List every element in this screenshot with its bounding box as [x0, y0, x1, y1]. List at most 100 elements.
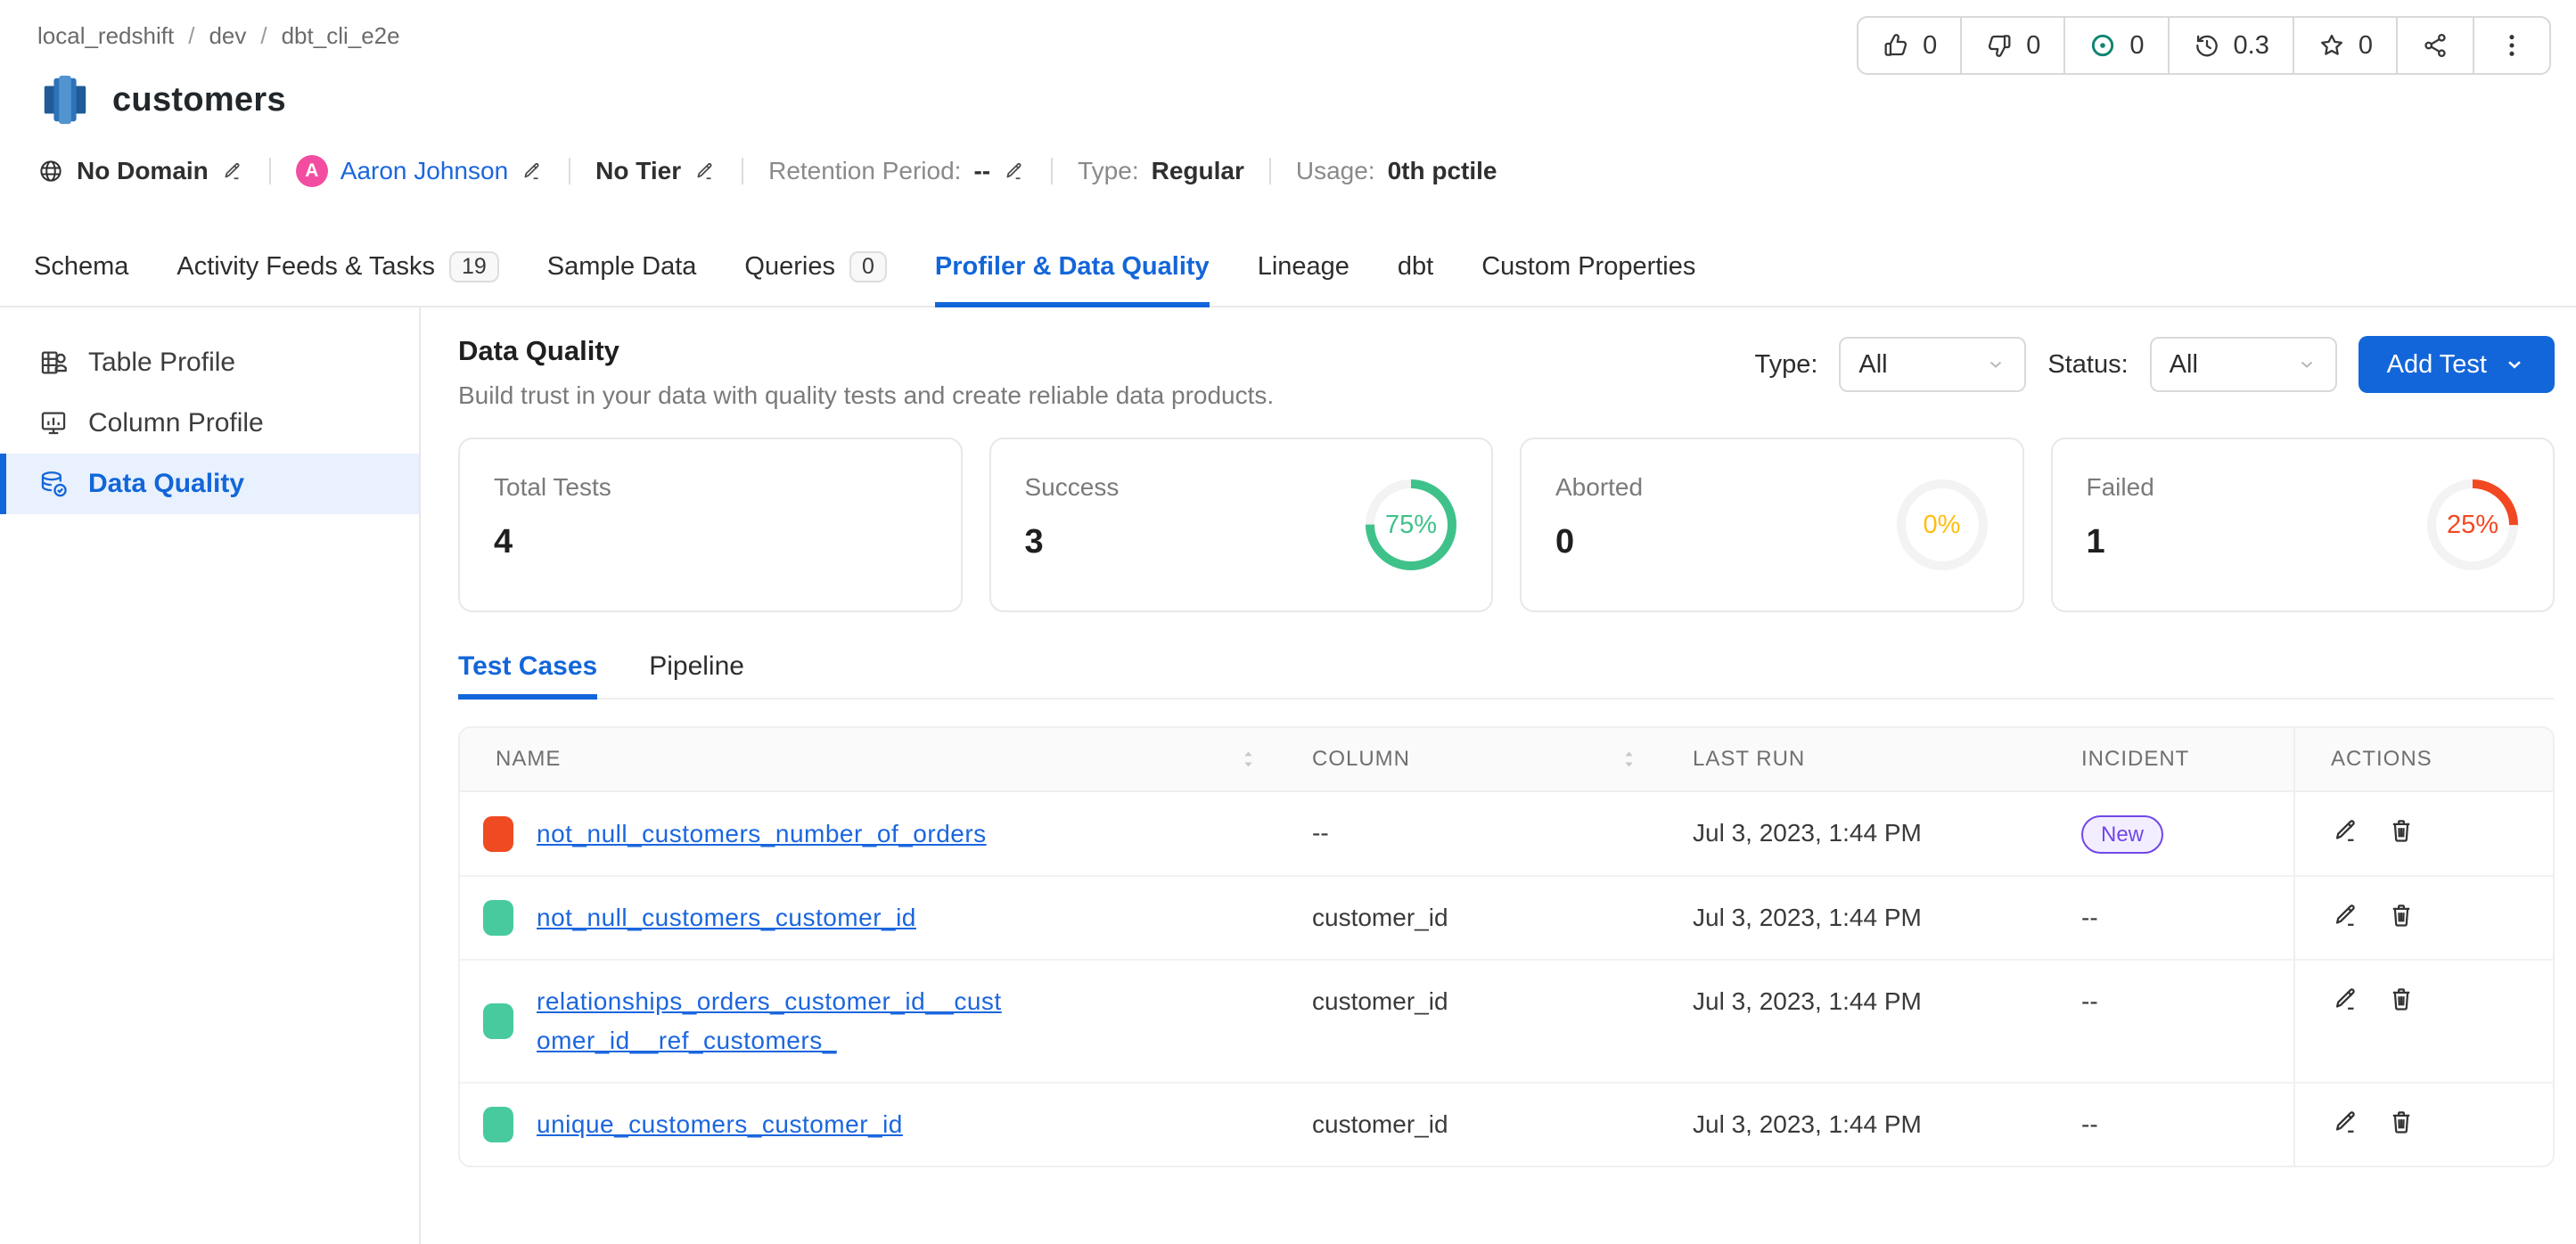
breadcrumb-separator: / [188, 22, 194, 50]
edit-test-icon[interactable] [2331, 815, 2361, 846]
chevron-down-icon [2503, 353, 2526, 376]
sort-icon[interactable] [1622, 749, 1636, 769]
delete-test-icon[interactable] [2386, 815, 2416, 846]
failed-card: Failed 1 25% [2051, 438, 2555, 612]
table-profile-icon [38, 348, 69, 378]
breadcrumb-schema[interactable]: dbt_cli_e2e [282, 22, 400, 50]
follow-button[interactable]: 0 [2293, 18, 2396, 73]
upvote-count: 0 [1923, 31, 1937, 61]
edit-test-icon[interactable] [2331, 984, 2361, 1014]
follower-count: 0 [2359, 31, 2373, 61]
sidebar-item-column-profile[interactable]: Column Profile [0, 393, 419, 454]
divider [269, 158, 271, 184]
tab-lineage[interactable]: Lineage [1258, 227, 1350, 306]
tab-sample-data[interactable]: Sample Data [547, 227, 697, 306]
usage-value: 0th pctile [1388, 157, 1497, 185]
status-filter-label: Status: [2047, 350, 2128, 380]
breadcrumb-database[interactable]: dev [209, 22, 246, 50]
more-menu-button[interactable] [2473, 18, 2549, 73]
column-header-name: NAME [460, 728, 1276, 790]
test-status-indicator-success [483, 1003, 513, 1039]
test-tabs: Test Cases Pipeline [458, 651, 2555, 700]
retention-label: Retention Period: [768, 157, 961, 185]
incident-cell: -- [2046, 1084, 2293, 1166]
edit-tier-icon[interactable] [693, 160, 717, 183]
tier-value: No Tier [595, 157, 681, 185]
delete-test-icon[interactable] [2386, 984, 2416, 1014]
share-button[interactable] [2396, 18, 2473, 73]
globe-icon [37, 158, 64, 184]
total-tests-card: Total Tests 4 [458, 438, 963, 612]
breadcrumb-service[interactable]: local_redshift [37, 22, 174, 50]
edit-test-icon[interactable] [2331, 900, 2361, 930]
domain-field: No Domain [37, 157, 244, 185]
history-clock-icon [2193, 31, 2221, 60]
test-case-link[interactable]: not_null_customers_customer_id [537, 898, 916, 937]
sidebar-item-label: Table Profile [88, 348, 235, 378]
tab-dbt[interactable]: dbt [1398, 227, 1433, 306]
chevron-down-icon [1985, 354, 2006, 375]
tab-schema[interactable]: Schema [34, 227, 128, 306]
type-filter-label: Type: [1754, 350, 1817, 380]
redshift-table-icon [37, 72, 93, 127]
column-cell: -- [1276, 792, 1657, 874]
card-value: 4 [494, 523, 927, 561]
downvote-button[interactable]: 0 [1960, 18, 2063, 73]
last-run-cell: Jul 3, 2023, 1:44 PM [1657, 961, 2046, 1043]
column-header-column: COLUMN [1276, 728, 1657, 790]
type-filter-select[interactable]: All [1839, 337, 2026, 392]
breadcrumb-separator: / [260, 22, 267, 50]
type-field: Type: Regular [1078, 157, 1244, 185]
version-number: 0.3 [2234, 31, 2269, 61]
tab-pipeline[interactable]: Pipeline [649, 651, 744, 698]
test-status-indicator-success [483, 1107, 513, 1142]
test-status-indicator-success [483, 900, 513, 936]
type-label: Type: [1078, 157, 1138, 185]
edit-domain-icon[interactable] [221, 160, 244, 183]
divider [1269, 158, 1271, 184]
tab-activity-feeds[interactable]: Activity Feeds & Tasks 19 [176, 227, 498, 306]
edit-test-icon[interactable] [2331, 1107, 2361, 1137]
incident-cell: New [2046, 792, 2293, 875]
actions-cell [2293, 792, 2553, 875]
tab-profiler-data-quality[interactable]: Profiler & Data Quality [935, 227, 1210, 306]
thumbs-down-icon [1985, 31, 2014, 60]
status-filter-select[interactable]: All [2150, 337, 2337, 392]
tab-queries[interactable]: Queries 0 [744, 227, 886, 306]
version-history-button[interactable]: 0.3 [2168, 18, 2293, 73]
test-case-link[interactable]: not_null_customers_number_of_orders [537, 814, 987, 854]
owner-link[interactable]: Aaron Johnson [340, 157, 508, 185]
table-row: unique_customers_customer_id customer_id… [460, 1084, 2553, 1166]
tab-test-cases[interactable]: Test Cases [458, 651, 597, 698]
domain-value: No Domain [77, 157, 209, 185]
column-cell: customer_id [1276, 1084, 1657, 1166]
column-header-incident: INCIDENT [2046, 728, 2293, 790]
success-progress-ring: 75% [1359, 473, 1463, 577]
open-tasks-button[interactable]: 0 [2063, 18, 2167, 73]
add-test-button[interactable]: Add Test [2359, 336, 2555, 393]
edit-owner-icon[interactable] [521, 160, 544, 183]
test-status-indicator-failed [483, 816, 513, 852]
ring-percent-label: 0% [1891, 473, 1994, 577]
delete-test-icon[interactable] [2386, 900, 2416, 930]
test-case-link[interactable]: relationships_orders_customer_id__custom… [537, 982, 1009, 1060]
task-target-icon [2088, 31, 2117, 60]
delete-test-icon[interactable] [2386, 1107, 2416, 1137]
sort-icon[interactable] [1242, 749, 1255, 769]
sidebar-item-table-profile[interactable]: Table Profile [0, 332, 419, 393]
upvote-button[interactable]: 0 [1858, 18, 1960, 73]
edit-retention-icon[interactable] [1003, 160, 1026, 183]
tier-field: No Tier [595, 157, 717, 185]
kebab-menu-icon [2498, 31, 2526, 60]
divider [569, 158, 570, 184]
table-row: relationships_orders_customer_id__custom… [460, 961, 2553, 1084]
column-cell: customer_id [1276, 877, 1657, 959]
sidebar-item-data-quality[interactable]: Data Quality [0, 454, 419, 514]
test-case-link[interactable]: unique_customers_customer_id [537, 1105, 903, 1144]
tab-custom-properties[interactable]: Custom Properties [1481, 227, 1695, 306]
incident-badge-new[interactable]: New [2081, 815, 2163, 854]
usage-field: Usage: 0th pctile [1296, 157, 1497, 185]
activity-count-badge: 19 [449, 251, 499, 282]
table-row: not_null_customers_customer_id customer_… [460, 877, 2553, 961]
share-icon [2421, 31, 2449, 60]
